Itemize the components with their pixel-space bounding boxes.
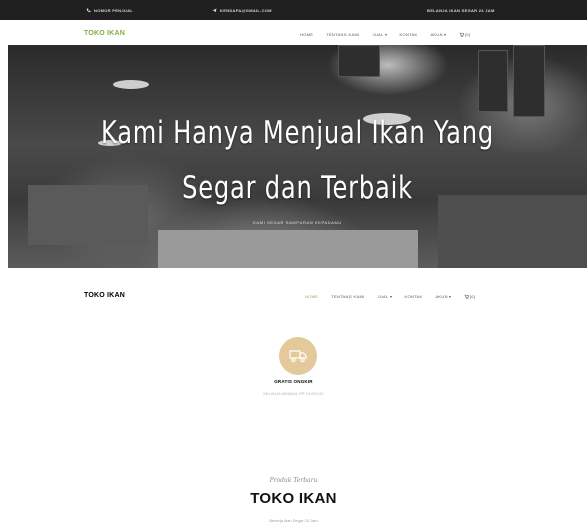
chevron-down-icon [448,295,451,298]
brand-logo[interactable]: TOKO IKAN [84,292,125,299]
nav-home[interactable]: HOME [300,32,313,37]
top-info-bar: NOMOR PENJUAL KENDAPA@GMAIL.COM BELANJA … [0,0,587,20]
chevron-down-icon [384,33,387,36]
email-contact: KENDAPA@GMAIL.COM [212,8,272,13]
promo-text: BELANJA IKAN SEGAR 24 JAM [427,8,495,13]
chevron-down-icon [443,33,446,36]
nav-menu: HOME TENTANG KAMI JUAL KONTAK AKUN [0] [305,294,488,299]
nav-kontak[interactable]: KONTAK [400,32,418,37]
cart-count: [0] [464,32,471,37]
phone-contact: NOMOR PENJUAL [86,8,133,13]
phone-icon [86,8,91,13]
nav-cart[interactable]: [0] [459,32,470,37]
nav-tentang-kami[interactable]: TENTANG KAMI [326,32,359,37]
truck-icon [289,350,307,363]
service-icon-circle [279,337,317,375]
market-sign [478,50,508,112]
nav-tentang-kami[interactable]: TENTANG KAMI [331,294,364,299]
nav-jual[interactable]: JUAL [373,32,387,37]
nav-jual[interactable]: JUAL [378,294,392,299]
hero-banner: Kami Hanya Menjual Ikan Yang Segar dan T… [8,45,587,268]
section-subheading: Produk Terbaru [269,477,318,484]
nav-home[interactable]: HOME [305,294,318,299]
brand-logo[interactable]: TOKO IKAN [84,30,125,37]
nav-akun-label: AKUN [435,294,448,299]
promo-label: BELANJA IKAN SEGAR 24 JAM [427,8,495,13]
sticky-navbar: TOKO IKAN HOME TENTANG KAMI JUAL KONTAK … [0,280,587,310]
service-title: GRATIS ONGKIR [274,379,313,384]
main-navbar: TOKO IKAN HOME TENTANG KAMI JUAL KONTAK … [0,20,587,45]
nav-akun[interactable]: AKUN [430,32,446,37]
nav-jual-label: JUAL [372,32,384,37]
nav-jual-label: JUAL [377,294,389,299]
hero-subtitle: KAMI SEGAR SAMPURAN KEPADAMU [253,220,342,225]
nav-cart[interactable]: [0] [464,294,475,299]
ceiling-lamp [113,80,149,89]
cart-icon [459,32,464,37]
nav-akun[interactable]: AKUN [435,294,451,299]
section-title: TOKO IKAN [250,490,337,507]
market-sign [338,45,380,77]
email-label: KENDAPA@GMAIL.COM [220,8,272,13]
service-desc: BELANJA MINIMAL RP 15.000,00 [263,392,324,396]
cart-icon [464,294,469,299]
chevron-down-icon [389,295,392,298]
fish-counter [158,230,418,268]
nav-kontak[interactable]: KONTAK [405,294,423,299]
phone-label: NOMOR PENJUAL [94,8,134,13]
nav-menu: HOME TENTANG KAMI JUAL KONTAK AKUN [0] [300,32,483,37]
hero-title-line2: Segar dan Terbaik [182,170,413,206]
paper-plane-icon [212,8,217,13]
nav-akun-label: AKUN [430,32,443,37]
cart-count: [0] [469,294,476,299]
market-sign [513,45,545,117]
hero-title-line1: Kami Hanya Menjual Ikan Yang [101,115,494,151]
section-desc: Bekerja Ikan Segar 24 Jam [269,518,318,523]
